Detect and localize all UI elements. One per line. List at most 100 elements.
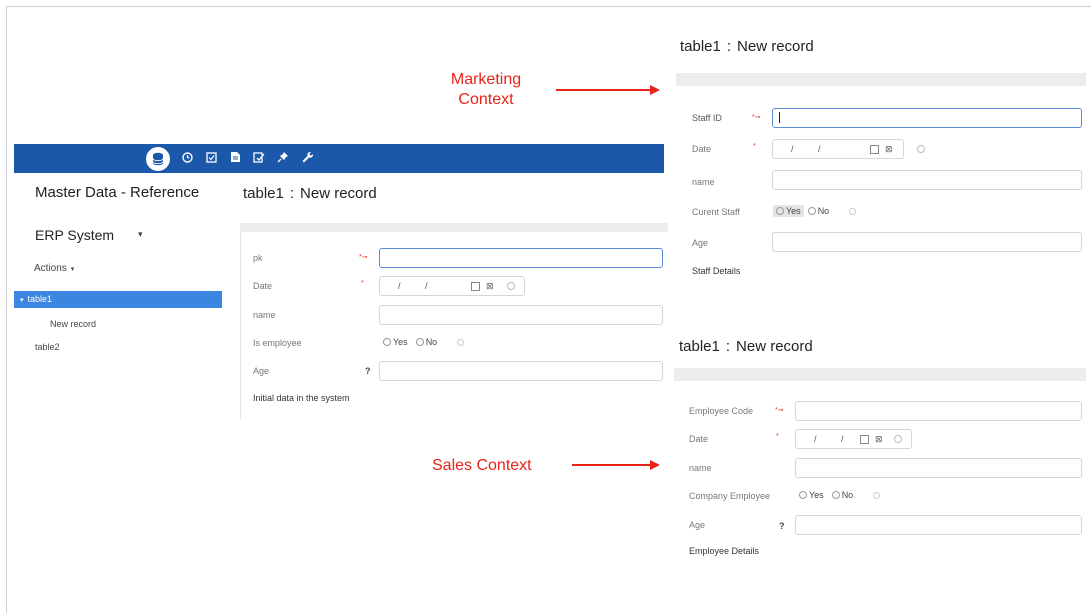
age-input[interactable] <box>795 515 1082 535</box>
clear-icon[interactable] <box>894 435 902 443</box>
clear-radio-icon[interactable] <box>457 338 465 346</box>
sales-page-title: table1: New record <box>679 338 813 355</box>
date-field[interactable]: / / ⊠ <box>379 276 525 296</box>
required-icon: * <box>361 280 364 287</box>
pk-label: pk <box>253 253 263 263</box>
time-icon[interactable]: ⊠ <box>486 281 494 292</box>
sidebar-item-label: table1 <box>27 294 53 304</box>
arrow-right-icon <box>650 85 660 95</box>
current-staff-label: Curent Staff <box>692 207 740 217</box>
sidebar-item-table2[interactable]: table2 <box>35 342 60 352</box>
header-band <box>676 73 1086 86</box>
pk-input[interactable] <box>379 248 663 268</box>
calendar-icon[interactable] <box>860 435 869 444</box>
text-cursor <box>779 112 780 123</box>
arrow-line <box>572 464 650 466</box>
arrow-right-icon <box>650 460 660 470</box>
employee-code-input[interactable] <box>795 401 1082 421</box>
table-name: table1 <box>680 38 721 55</box>
annotation-line: Context <box>458 91 514 108</box>
section-heading: Staff Details <box>692 266 741 276</box>
calendar-icon[interactable] <box>870 145 879 154</box>
is-employee-radio-group: Yes No <box>383 337 465 347</box>
actions-menu[interactable]: Actions ▾ <box>34 263 74 274</box>
database-icon[interactable] <box>146 146 170 171</box>
time-icon[interactable]: ⊠ <box>875 434 883 445</box>
radio-no[interactable] <box>415 338 424 346</box>
name-input[interactable] <box>379 305 663 325</box>
clear-radio-icon[interactable] <box>849 207 857 215</box>
radio-yes[interactable] <box>776 207 784 215</box>
title-separator: : <box>289 185 295 202</box>
radio-no-label: No <box>841 490 854 500</box>
radio-no-label: No <box>817 206 830 216</box>
required-key-icon: *⊸ <box>752 114 761 121</box>
radio-no[interactable] <box>831 491 840 499</box>
current-staff-radio-group: Yes No <box>773 205 857 217</box>
name-label: name <box>253 310 276 320</box>
clear-icon[interactable] <box>507 282 515 290</box>
staff-id-label: Staff ID <box>692 113 722 123</box>
age-label: Age <box>692 238 709 248</box>
app-title: Master Data - Reference <box>35 184 200 201</box>
radio-yes[interactable] <box>799 491 807 499</box>
radio-no-label: No <box>425 337 438 347</box>
is-employee-label: Is employee <box>253 338 302 348</box>
table-name: table1 <box>243 185 284 202</box>
clear-icon[interactable] <box>917 145 925 153</box>
help-icon[interactable]: ? <box>365 366 371 376</box>
page-title: table1: New record <box>243 185 377 202</box>
age-input[interactable] <box>772 232 1082 252</box>
required-icon: * <box>776 433 779 440</box>
company-employee-radio-group: Yes No <box>799 490 881 500</box>
title-separator: : <box>726 38 732 55</box>
age-label: Age <box>253 366 270 376</box>
help-icon[interactable]: ? <box>779 521 785 531</box>
date-label: Date <box>253 281 273 291</box>
clock-icon[interactable] <box>180 151 194 166</box>
sidebar-item-new-record[interactable]: New record <box>50 319 96 329</box>
pin-icon[interactable] <box>276 151 290 166</box>
section-heading: Employee Details <box>689 546 760 556</box>
clear-radio-icon[interactable] <box>873 491 881 499</box>
caret-down-icon: ▾ <box>68 266 75 273</box>
date-field[interactable]: / / ⊠ <box>795 429 912 449</box>
date-field[interactable]: / / ⊠ <box>772 139 904 159</box>
date-label: Date <box>689 434 709 444</box>
staff-id-input[interactable] <box>772 108 1082 128</box>
sales-context-annotation: Sales Context <box>432 457 532 474</box>
age-input[interactable] <box>379 361 663 381</box>
radio-yes-label: Yes <box>786 206 801 216</box>
record-name: New record <box>736 338 813 355</box>
name-label: name <box>689 463 712 473</box>
name-input[interactable] <box>772 170 1082 190</box>
date-label: Date <box>692 144 712 154</box>
marketing-context-annotation: Marketing Context <box>424 70 548 110</box>
required-icon: * <box>753 143 756 150</box>
radio-yes[interactable] <box>383 338 391 346</box>
system-selector[interactable]: ERP System <box>35 227 114 243</box>
radio-yes-highlighted[interactable]: Yes <box>773 205 804 217</box>
marketing-page-title: table1: New record <box>680 38 814 55</box>
name-input[interactable] <box>795 458 1082 478</box>
title-separator: : <box>725 338 731 355</box>
radio-yes-label: Yes <box>809 490 824 500</box>
name-label: name <box>692 177 715 187</box>
wrench-icon[interactable] <box>300 151 314 166</box>
header-band <box>674 368 1086 381</box>
section-heading: Initial data in the system <box>253 393 350 403</box>
table-name: table1 <box>679 338 720 355</box>
calendar-icon[interactable] <box>471 282 480 291</box>
time-icon[interactable]: ⊠ <box>885 144 893 155</box>
document-icon[interactable] <box>228 151 242 166</box>
radio-no[interactable] <box>807 207 816 215</box>
arrow-line <box>556 89 650 91</box>
checkbox-icon[interactable] <box>204 151 218 166</box>
top-toolbar <box>14 144 664 173</box>
caret-down-icon: ▾ <box>20 297 24 304</box>
record-name: New record <box>300 185 377 202</box>
company-employee-label: Company Employee <box>689 491 771 501</box>
edit-check-icon[interactable] <box>252 151 266 166</box>
sidebar-item-table1[interactable]: ▾ table1 <box>14 291 222 308</box>
chevron-down-icon[interactable]: ▾ <box>138 229 143 240</box>
